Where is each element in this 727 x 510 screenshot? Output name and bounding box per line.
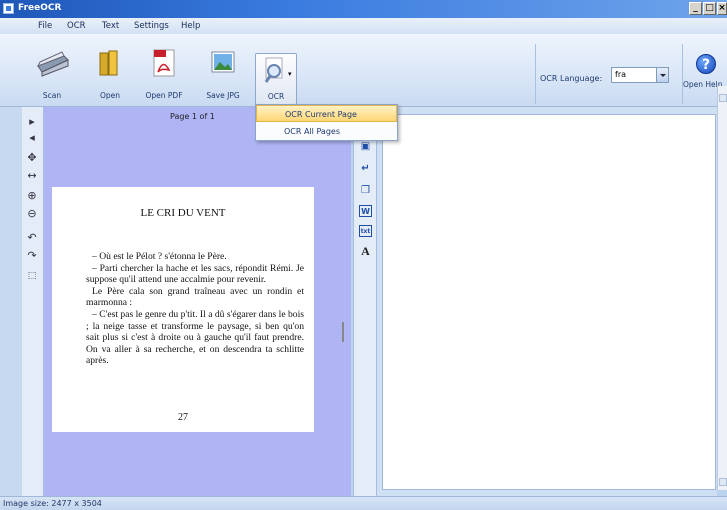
- page-paragraph: – Où est le Pélot ? s'étonna le Père.: [92, 251, 227, 262]
- scroll-down-icon[interactable]: [719, 478, 727, 486]
- image-size-status: Image size: 2477 x 3504: [3, 499, 102, 508]
- minimize-button[interactable]: _: [689, 2, 702, 15]
- open-label: Open: [99, 91, 121, 100]
- save-jpg-label: Save JPG: [206, 91, 240, 100]
- left-edge: [0, 107, 22, 496]
- help-icon: ?: [696, 54, 716, 74]
- text-tool-strip: ▣ ↵ ❐ W txt A: [353, 107, 377, 496]
- image-tool-strip: ▸ ◂ ✥ ↔ ⊕ ⊖ ↶ ↷ ⬚: [22, 107, 44, 496]
- scan-label: Scan: [42, 91, 62, 100]
- ocr-label: OCR: [267, 92, 285, 101]
- page-paragraph: Le Père cala son grand traîneau avec un …: [86, 285, 304, 309]
- menu-bar: File OCR Text Settings Help: [0, 18, 727, 34]
- rotate-left-icon[interactable]: ↶: [25, 231, 39, 245]
- page-body: – Où est le Pélot ? s'étonna le Père. – …: [86, 251, 304, 367]
- ocr-language-value: fra: [615, 70, 627, 79]
- ocr-text-area[interactable]: [382, 114, 716, 490]
- open-pdf-label: Open PDF: [145, 91, 183, 100]
- page-number: 27: [178, 412, 188, 423]
- txt-export-icon[interactable]: txt: [359, 225, 372, 237]
- font-icon[interactable]: A: [359, 245, 372, 257]
- magnifier-icon: [264, 57, 283, 83]
- remove-line-breaks-icon[interactable]: ↵: [359, 163, 372, 175]
- page-heading: LE CRI DU VENT: [140, 207, 226, 219]
- splitter-handle[interactable]: [342, 322, 344, 342]
- maximize-button[interactable]: □: [703, 2, 716, 15]
- scan-button[interactable]: Scan: [32, 44, 72, 104]
- status-bar: Image size: 2477 x 3504: [0, 496, 727, 510]
- scanned-page: LE CRI DU VENT – Où est le Pélot ? s'éto…: [52, 187, 314, 432]
- page-indicator: Page 1 of 1: [170, 112, 215, 121]
- next-page-icon[interactable]: ▸: [25, 115, 39, 129]
- window-title: FreeOCR: [18, 3, 62, 13]
- menu-settings[interactable]: Settings: [134, 21, 169, 31]
- fit-width-icon[interactable]: ↔: [25, 169, 39, 183]
- word-export-icon[interactable]: W: [359, 205, 372, 217]
- vertical-scrollbar[interactable]: [717, 86, 727, 490]
- rotate-right-icon[interactable]: ↷: [25, 249, 39, 263]
- folder-icon: [99, 50, 118, 76]
- pdf-icon: [153, 49, 175, 77]
- move-icon[interactable]: ✥: [25, 151, 39, 165]
- zoom-out-icon[interactable]: ⊖: [25, 207, 39, 221]
- image-icon: [211, 51, 235, 73]
- ocr-button[interactable]: ▾ OCR: [255, 53, 297, 105]
- save-jpg-button[interactable]: Save JPG: [201, 44, 245, 104]
- zoom-in-icon[interactable]: ⊕: [25, 189, 39, 203]
- ocr-language-select[interactable]: fra: [611, 67, 669, 83]
- ocr-dropdown-menu: OCR Current Page OCR All Pages: [255, 104, 398, 141]
- page-paragraph: – C'est pas le genre du p'tit. Il a dû s…: [86, 308, 304, 367]
- menu-text[interactable]: Text: [102, 21, 119, 31]
- save-text-icon[interactable]: ▣: [359, 141, 372, 153]
- toolbar-separator: [535, 44, 536, 104]
- menu-item-ocr-all-pages[interactable]: OCR All Pages: [256, 123, 397, 140]
- app-icon: [3, 3, 14, 14]
- chevron-down-icon[interactable]: ▾: [288, 70, 292, 78]
- scanner-icon: [36, 51, 69, 77]
- menu-help[interactable]: Help: [181, 21, 200, 31]
- menu-file[interactable]: File: [38, 21, 52, 31]
- page-paragraph: – Parti chercher la hache et les sacs, r…: [86, 262, 304, 286]
- chevron-down-icon[interactable]: [656, 68, 668, 82]
- scroll-up-icon[interactable]: [719, 94, 727, 102]
- copy-icon[interactable]: ❐: [359, 185, 372, 197]
- open-pdf-button[interactable]: Open PDF: [141, 44, 187, 104]
- ocr-language-label: OCR Language:: [540, 74, 603, 83]
- menu-item-ocr-current-page[interactable]: OCR Current Page: [256, 105, 397, 122]
- open-button[interactable]: Open: [90, 44, 130, 104]
- title-bar: FreeOCR _ □ ×: [0, 0, 727, 18]
- close-button[interactable]: ×: [717, 2, 727, 15]
- previous-page-icon[interactable]: ◂: [25, 131, 39, 145]
- select-region-icon[interactable]: ⬚: [25, 269, 39, 283]
- menu-ocr[interactable]: OCR: [67, 21, 86, 31]
